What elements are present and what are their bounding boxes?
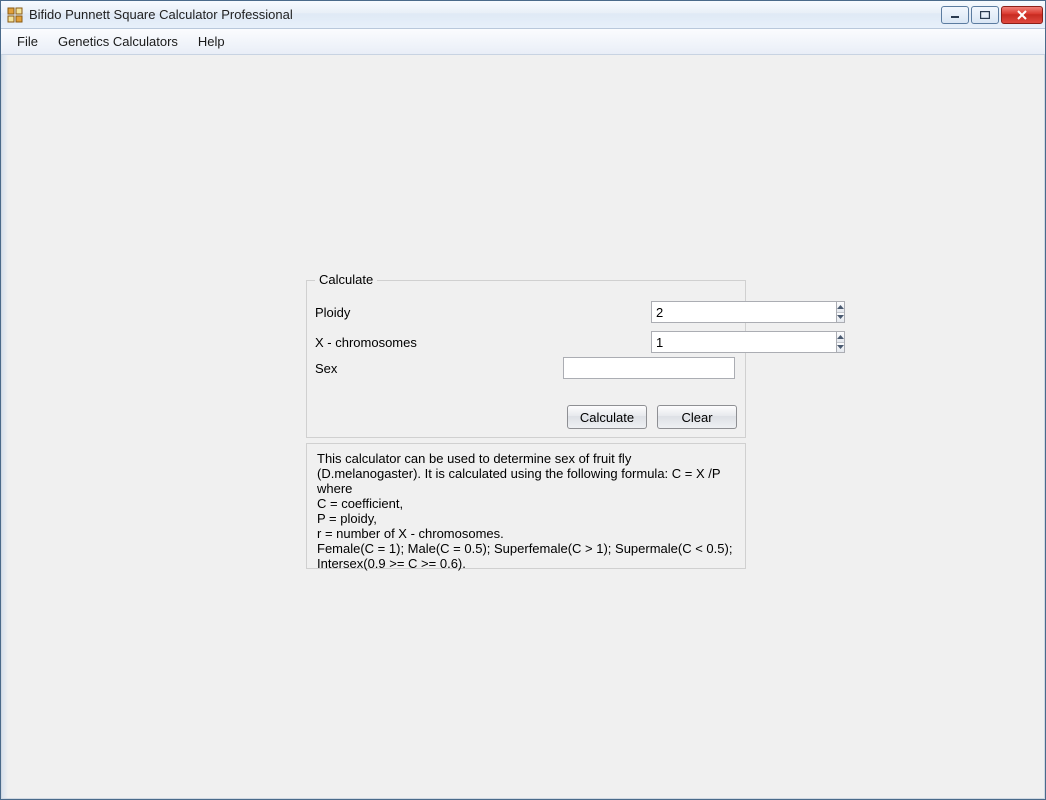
app-window: Bifido Punnett Square Calculator Profess… bbox=[0, 0, 1046, 800]
sex-output bbox=[563, 357, 735, 379]
ploidy-spin-buttons bbox=[836, 301, 845, 323]
menu-genetics-calculators[interactable]: Genetics Calculators bbox=[48, 29, 188, 54]
xchrom-spin-buttons bbox=[836, 331, 845, 353]
calculate-button[interactable]: Calculate bbox=[567, 405, 647, 429]
minimize-button[interactable] bbox=[941, 6, 969, 24]
menu-help[interactable]: Help bbox=[188, 29, 235, 54]
maximize-icon bbox=[980, 11, 990, 19]
ploidy-input[interactable] bbox=[651, 301, 836, 323]
clear-button[interactable]: Clear bbox=[657, 405, 737, 429]
minimize-icon bbox=[950, 11, 960, 19]
titlebar[interactable]: Bifido Punnett Square Calculator Profess… bbox=[1, 1, 1045, 29]
xchrom-input[interactable] bbox=[651, 331, 836, 353]
ploidy-spin-down[interactable] bbox=[837, 313, 844, 323]
left-edge-shadow bbox=[2, 55, 8, 798]
app-icon bbox=[7, 7, 23, 23]
close-icon bbox=[1016, 10, 1028, 20]
maximize-button[interactable] bbox=[971, 6, 999, 24]
calculate-groupbox: Calculate Ploidy X - chromosomes bbox=[306, 280, 746, 438]
xchrom-spinner[interactable] bbox=[651, 331, 737, 353]
menubar: File Genetics Calculators Help bbox=[1, 29, 1045, 55]
xchrom-spin-down[interactable] bbox=[837, 343, 844, 353]
chevron-down-icon bbox=[837, 345, 844, 349]
window-controls bbox=[941, 6, 1043, 24]
chevron-up-icon bbox=[837, 305, 844, 309]
close-button[interactable] bbox=[1001, 6, 1043, 24]
ploidy-spin-up[interactable] bbox=[837, 302, 844, 313]
client-area: Calculate Ploidy X - chromosomes bbox=[1, 55, 1045, 799]
window-title: Bifido Punnett Square Calculator Profess… bbox=[29, 7, 941, 22]
chevron-down-icon bbox=[837, 315, 844, 319]
groupbox-legend: Calculate bbox=[315, 272, 377, 287]
ploidy-spinner[interactable] bbox=[651, 301, 737, 323]
menu-file[interactable]: File bbox=[7, 29, 48, 54]
info-text: This calculator can be used to determine… bbox=[306, 443, 746, 569]
xchrom-spin-up[interactable] bbox=[837, 332, 844, 343]
button-row: Calculate Clear bbox=[567, 405, 737, 429]
chevron-up-icon bbox=[837, 335, 844, 339]
